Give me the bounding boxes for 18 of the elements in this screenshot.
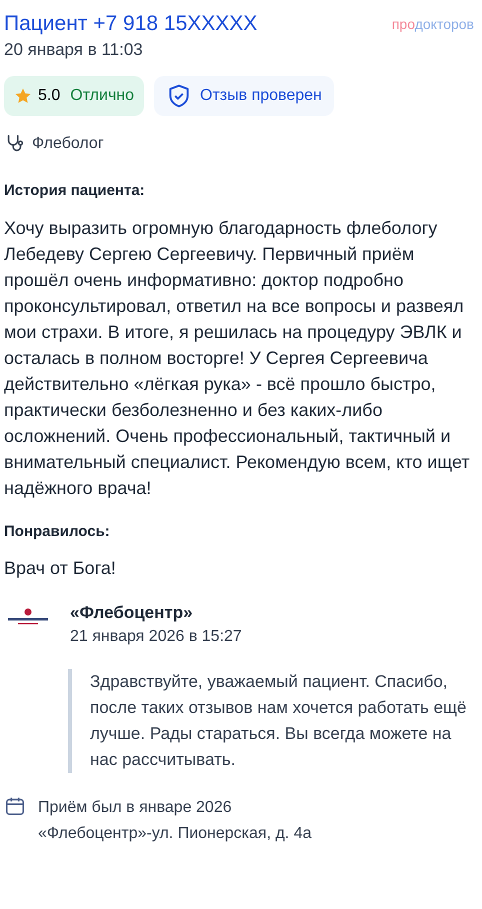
specialty-label: Флеболог <box>32 134 104 154</box>
patient-title: Пациент +7 918 15XXXXX <box>4 11 258 37</box>
story-heading: История пациента: <box>4 181 146 201</box>
reply-author: «Флебоцентр» <box>70 602 194 624</box>
liked-heading: Понравилось: <box>4 522 111 542</box>
story-text: Хочу выразить огромную благодарность флебологу Лебедеву Сергею Сергеевичу. Первичный приём прошёл очень информативно: доктор подробно проконсультировал, ответил на все вопросы и развеял мои страхи. В итоге, я решилась на процедуру ЭВЛК и осталась в полном восторге! У Сергея Сергеевича действительно «лёгкая рука» - всё прошло быстро, практически безболезненно и без каких-либо осложнений. Очень профессиональный, тактичный и внимательный специалист. Рекомендую всем, кто ищет надёжного врача! <box>4 216 471 500</box>
reply-text: Здравствуйте, уважаемый пациент. Спасибо, после таких отзывов нам хочется работать ещё лучше. Рады стараться. Вы всегда можете на нас рассчитывать. <box>90 671 468 771</box>
rating-value: 5.0 <box>38 86 60 106</box>
reply-date: 21 января 2026 в 15:27 <box>70 627 242 647</box>
star-icon <box>14 87 32 105</box>
visit-date: Приём был в январе 2026 <box>38 798 233 818</box>
rating-label: Отлично <box>70 86 134 106</box>
calendar-icon <box>4 795 26 817</box>
site-logo: продокторов <box>392 15 474 34</box>
liked-text: Врач от Бога! <box>4 557 117 580</box>
verified-label: Отзыв проверен <box>200 86 322 106</box>
review-date: 20 января в 11:03 <box>4 39 144 61</box>
clinic-address: «Флебоцентр»-ул. Пионерская, д. 4а <box>38 824 312 844</box>
